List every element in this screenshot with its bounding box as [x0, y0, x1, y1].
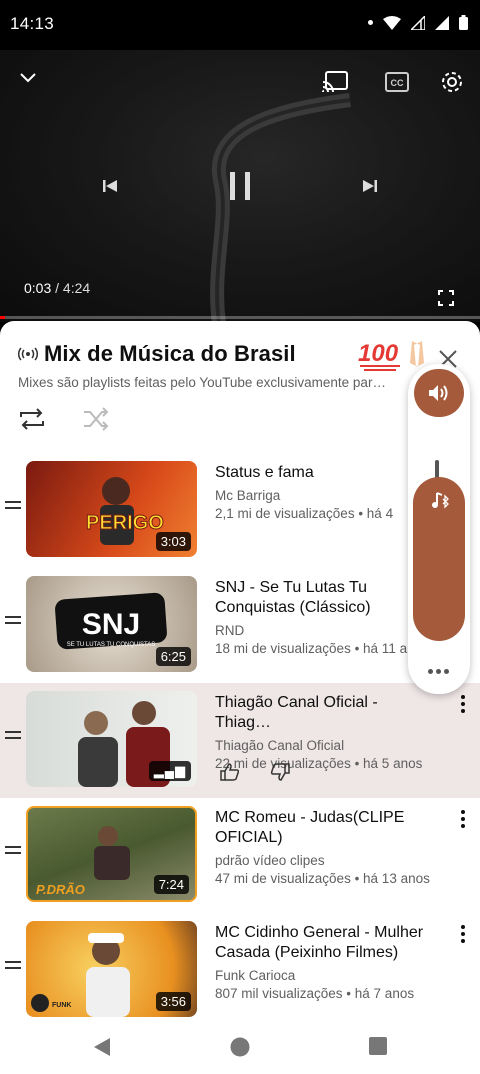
drag-handle-icon[interactable] — [5, 616, 21, 626]
video-channel: Mc Barriga — [215, 488, 281, 503]
video-channel: pdrão vídeo clipes — [215, 853, 325, 868]
thumbnail-text: FUNK — [52, 1002, 71, 1009]
video-title: MC Cidinho General - Mulher Casada (Peix… — [215, 924, 424, 961]
signal-icon — [411, 15, 425, 30]
playlist-header: Mix de Música do Brasil Mixes são playli… — [18, 340, 458, 390]
minimize-button[interactable] — [16, 68, 40, 88]
elapsed-time: 0:03 — [24, 280, 52, 296]
volume-mute-button[interactable] — [414, 369, 464, 417]
time-readout: 0:03 / 4:24 — [24, 280, 90, 296]
more-options-button[interactable] — [460, 925, 466, 945]
fullscreen-button[interactable] — [434, 286, 458, 310]
battery-icon — [459, 15, 468, 30]
home-icon[interactable] — [230, 1037, 250, 1057]
video-meta: 807 mil visualizações • há 7 anos — [215, 986, 415, 1001]
video-channel: Funk Carioca — [215, 968, 296, 983]
recents-icon[interactable] — [369, 1037, 387, 1055]
video-channel: RND — [215, 623, 245, 638]
thumbnail-text: SNJ — [82, 608, 140, 641]
pause-button[interactable] — [222, 166, 258, 206]
progress-bar[interactable] — [0, 316, 480, 319]
playlist-controls — [18, 407, 110, 431]
video-thumbnail[interactable]: SNJ SE TU LUTAS TU CONQUISTAS 6:25 — [26, 576, 197, 672]
playlist-item[interactable]: P.DRÃO 7:24 MC Romeu - Judas(CLIPE OFICI… — [0, 798, 480, 913]
live-icon — [18, 347, 38, 361]
cast-button[interactable] — [320, 68, 350, 96]
video-duration: 6:25 — [155, 647, 191, 666]
chevron-down-icon — [20, 73, 36, 83]
drag-handle-icon[interactable] — [5, 501, 21, 511]
drag-handle-icon[interactable] — [5, 846, 21, 856]
video-meta: 18 mi de visualizações • há 11 a — [215, 641, 408, 656]
next-button[interactable] — [356, 172, 384, 200]
playlist-item[interactable]: FUNK 3:56 MC Cidinho General - Mulher Ca… — [0, 913, 480, 1021]
playlist-subtitle: Mixes são playlists feitas pelo YouTube … — [18, 375, 386, 390]
more-options-button[interactable] — [460, 695, 466, 715]
rating-buttons — [220, 763, 290, 781]
previous-icon — [103, 180, 117, 192]
video-duration: 7:24 — [153, 875, 189, 894]
back-icon[interactable] — [92, 1037, 112, 1057]
video-duration: 3:56 — [155, 992, 191, 1011]
video-thumbnail[interactable]: P.DRÃO 7:24 — [26, 806, 197, 902]
status-time: 14:13 — [10, 14, 55, 33]
more-options-button[interactable] — [460, 810, 466, 830]
dot-icon — [368, 20, 373, 25]
video-info: SNJ - Se Tu Lutas Tu Conquistas (Clássic… — [215, 578, 435, 656]
video-title: MC Romeu - Judas(CLIPE OFICIAL) — [215, 809, 405, 846]
volume-icon — [429, 385, 448, 401]
playlist-title: Mix de Música do Brasil — [44, 341, 296, 366]
pause-icon — [230, 172, 250, 200]
bluetooth-music-icon — [432, 492, 449, 509]
drag-handle-icon[interactable] — [5, 731, 21, 741]
volume-more-button[interactable] — [428, 669, 449, 674]
video-player[interactable]: CC 0:03 / 4:24 — [0, 50, 480, 322]
dislike-icon[interactable] — [270, 763, 290, 781]
total-duration: 4:24 — [62, 280, 91, 296]
cast-icon — [322, 71, 348, 93]
video-thumbnail[interactable]: ▂▄▆ — [26, 691, 197, 787]
volume-slider[interactable] — [413, 477, 465, 641]
video-meta: 2,1 mi de visualizações • há 4 — [215, 506, 394, 521]
video-title: Thiagão Canal Oficial - Thiag… — [215, 694, 378, 731]
progress-fill — [0, 316, 6, 319]
system-nav-bar — [0, 1021, 480, 1074]
svg-text:100: 100 — [358, 340, 399, 367]
playlist-item-now-playing[interactable]: ▂▄▆ Thiagão Canal Oficial - Thiag… Thiag… — [0, 683, 480, 798]
video-thumbnail[interactable]: FUNK 3:56 — [26, 921, 197, 1017]
signal-icon-2 — [435, 15, 449, 30]
drag-handle-icon[interactable] — [5, 961, 21, 971]
thumbnail-text: P.DRÃO — [36, 882, 85, 897]
video-meta: 47 mi de visualizações • há 13 anos — [215, 871, 430, 886]
previous-button[interactable] — [96, 172, 124, 200]
thumbnail-text: PERIGO — [86, 512, 164, 534]
status-icons — [368, 15, 468, 30]
video-info: Thiagão Canal Oficial - Thiag… Thiagão C… — [215, 693, 435, 771]
repeat-icon[interactable] — [18, 407, 46, 431]
next-icon — [363, 180, 377, 192]
like-icon[interactable] — [220, 763, 240, 781]
wifi-icon — [383, 15, 401, 30]
svg-text:CC: CC — [391, 78, 404, 88]
fullscreen-icon — [438, 290, 454, 306]
equalizer-icon: ▂▄▆ — [148, 761, 191, 781]
video-info: MC Cidinho General - Mulher Casada (Peix… — [215, 923, 435, 1001]
settings-icon — [442, 72, 462, 92]
settings-button[interactable] — [437, 67, 467, 97]
video-title: SNJ - Se Tu Lutas Tu Conquistas (Clássic… — [215, 579, 371, 616]
time-separator: / — [51, 280, 63, 296]
video-info: Status e fama Mc Barriga 2,1 mi de visua… — [215, 463, 435, 521]
captions-button[interactable]: CC — [382, 68, 412, 96]
video-thumbnail[interactable]: PERIGO 3:03 — [26, 461, 197, 557]
captions-icon: CC — [385, 72, 409, 92]
thumbnail-subtext: SE TU LUTAS TU CONQUISTAS — [67, 642, 156, 648]
volume-panel — [408, 364, 470, 694]
status-bar: 14:13 — [0, 0, 480, 50]
video-duration: 3:03 — [155, 532, 191, 551]
shuffle-icon[interactable] — [82, 407, 110, 431]
video-info: MC Romeu - Judas(CLIPE OFICIAL) pdrão ví… — [215, 808, 435, 886]
video-title: Status e fama — [215, 464, 314, 481]
video-channel: Thiagão Canal Oficial — [215, 738, 345, 753]
